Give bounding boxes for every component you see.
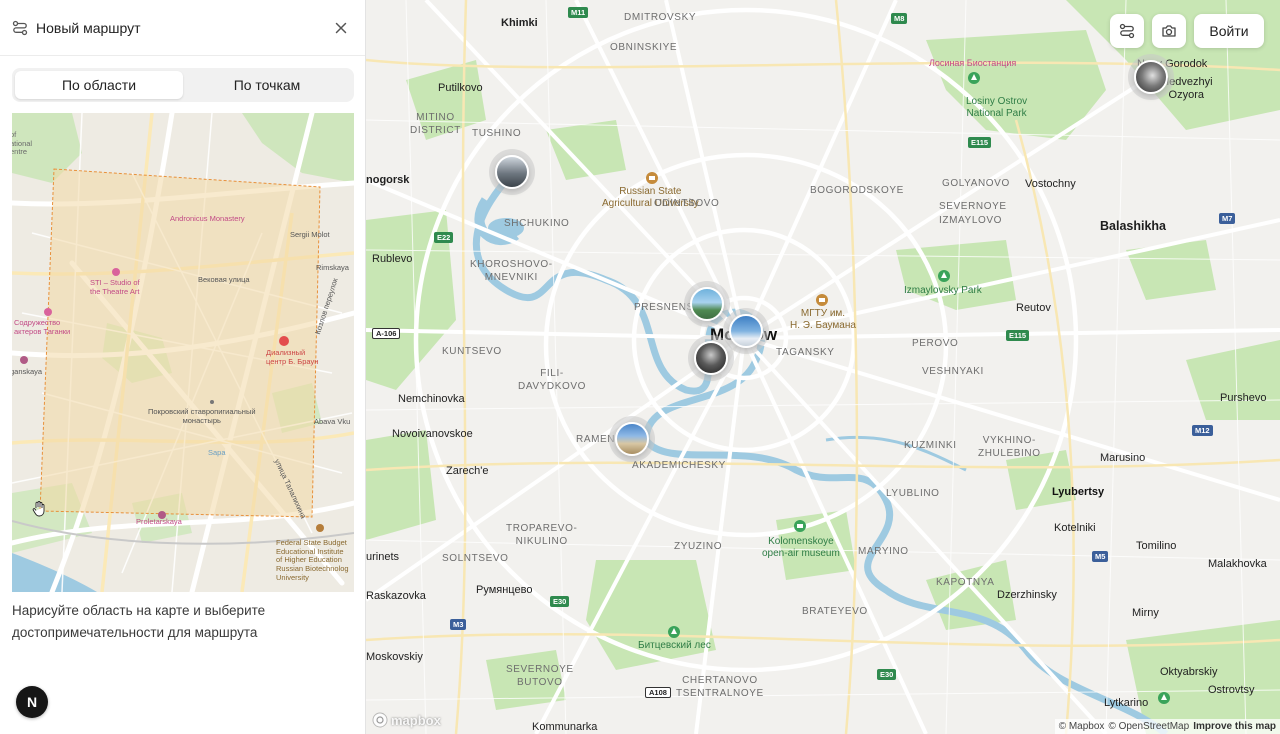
shield-m3: M3 bbox=[450, 619, 467, 630]
shield-e30-west: E30 bbox=[550, 596, 570, 607]
landmark-photo-pin[interactable] bbox=[495, 155, 529, 189]
landmark-photo-pin[interactable] bbox=[690, 287, 724, 321]
shield-e22: E22 bbox=[434, 232, 454, 243]
mapbox-icon bbox=[372, 712, 388, 728]
shield-e115-north: E115 bbox=[968, 137, 992, 148]
shield-m8: M8 bbox=[891, 13, 908, 24]
university-marker-icon bbox=[646, 172, 658, 184]
area-map-preview[interactable]: of ational entre Andronicus Monastery Se… bbox=[12, 113, 354, 592]
shield-m5: M5 bbox=[1092, 551, 1109, 562]
filters-button[interactable] bbox=[1110, 14, 1144, 48]
shield-e30-south: E30 bbox=[877, 669, 897, 680]
park-marker-icon bbox=[1158, 692, 1170, 704]
attribution-mapbox[interactable]: © Mapbox bbox=[1059, 721, 1105, 732]
panel-title: Новый маршрут bbox=[36, 19, 141, 36]
panel-header: Новый маршрут bbox=[0, 0, 365, 56]
shield-m12: M12 bbox=[1192, 425, 1213, 436]
mapbox-logo-text: mapbox bbox=[391, 712, 441, 728]
tab-by-area[interactable]: По области bbox=[15, 71, 183, 99]
login-button[interactable]: Войти bbox=[1194, 14, 1264, 48]
landmark-photo-pin[interactable] bbox=[615, 422, 649, 456]
park-marker-icon bbox=[668, 626, 680, 638]
preview-map-canvas bbox=[12, 113, 354, 592]
tab-by-points[interactable]: По точкам bbox=[183, 71, 351, 99]
area-hint-text: Нарисуйте область на карте и выберите до… bbox=[12, 603, 266, 640]
improve-map-link[interactable]: Improve this map bbox=[1193, 721, 1276, 732]
university-marker-icon bbox=[816, 294, 828, 306]
shield-e115-east: E115 bbox=[1006, 330, 1030, 341]
landmark-photo-pin[interactable] bbox=[729, 314, 763, 348]
mapbox-logo[interactable]: mapbox bbox=[372, 712, 441, 728]
hand-cursor-icon bbox=[32, 501, 45, 517]
park-marker-icon bbox=[938, 270, 950, 282]
park-marker-icon bbox=[968, 72, 980, 84]
route-icon bbox=[12, 20, 28, 35]
shield-m11: M11 bbox=[568, 7, 589, 18]
camera-button[interactable] bbox=[1152, 14, 1186, 48]
user-avatar[interactable]: N bbox=[16, 686, 48, 718]
shield-a106: A-106 bbox=[372, 328, 401, 339]
close-button[interactable] bbox=[331, 18, 351, 38]
route-icon bbox=[1119, 23, 1135, 39]
camera-icon bbox=[1162, 25, 1176, 37]
map-attribution: © Mapbox © OpenStreetMap Improve this ma… bbox=[1054, 719, 1280, 734]
map-canvas bbox=[366, 0, 1280, 734]
landmark-photo-pin[interactable] bbox=[694, 341, 728, 375]
landmark-photo-pin[interactable] bbox=[1134, 60, 1168, 94]
attribution-osm[interactable]: © OpenStreetMap bbox=[1108, 721, 1189, 732]
main-map[interactable]: Khimki Novy Gorodok Medvezhyi Ozyora Los… bbox=[366, 0, 1280, 734]
shield-a108: A108 bbox=[645, 687, 671, 698]
shield-m7: M7 bbox=[1219, 213, 1236, 224]
museum-marker-icon bbox=[794, 520, 806, 532]
close-icon bbox=[335, 22, 347, 33]
mode-switch: По области По точкам bbox=[12, 68, 354, 102]
route-panel: Новый маршрут По области По точкам of at… bbox=[0, 0, 366, 734]
